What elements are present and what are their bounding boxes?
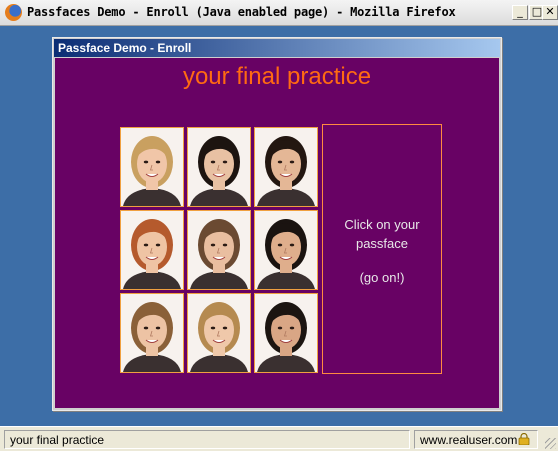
face-photo: [121, 211, 183, 289]
face-tile-9[interactable]: [254, 293, 318, 373]
face-photo: [188, 211, 250, 289]
close-button[interactable]: ✕: [542, 5, 558, 20]
face-tile-3[interactable]: [254, 127, 318, 207]
instruction-panel: Click on your passface (go on!): [322, 124, 442, 374]
resize-grip[interactable]: [545, 438, 556, 449]
window-title: Passfaces Demo - Enroll (Java enabled pa…: [27, 5, 456, 19]
window-titlebar: Passfaces Demo - Enroll (Java enabled pa…: [0, 0, 558, 26]
applet-stage: your final practice Click on your passfa…: [55, 58, 499, 408]
face-tile-4[interactable]: [120, 210, 184, 290]
page-content: Passface Demo - Enroll your final practi…: [0, 26, 558, 426]
instruction-text: Click on your passface: [344, 217, 420, 251]
applet-window: Passface Demo - Enroll your final practi…: [52, 37, 502, 411]
applet-titlebar: Passface Demo - Enroll: [54, 39, 500, 57]
status-text: your final practice: [4, 430, 410, 449]
face-tile-5[interactable]: [187, 210, 251, 290]
site-label: www.realuser.com: [420, 433, 518, 447]
applet-title: Passface Demo - Enroll: [58, 41, 192, 55]
face-grid: [120, 127, 318, 373]
face-tile-7[interactable]: [120, 293, 184, 373]
face-photo: [255, 294, 317, 372]
face-photo: [255, 128, 317, 206]
face-photo: [255, 211, 317, 289]
face-photo: [121, 294, 183, 372]
lock-icon: [518, 433, 530, 445]
status-site: www.realuser.com: [414, 430, 538, 449]
instruction-encouragement: (go on!): [359, 270, 405, 285]
page-heading: your final practice: [182, 63, 372, 90]
face-photo: [188, 294, 250, 372]
face-tile-6[interactable]: [254, 210, 318, 290]
face-tile-2[interactable]: [187, 127, 251, 207]
face-photo: [121, 128, 183, 206]
face-photo: [188, 128, 250, 206]
face-tile-1[interactable]: [120, 127, 184, 207]
face-tile-8[interactable]: [187, 293, 251, 373]
status-bar: your final practice www.realuser.com: [0, 426, 558, 451]
minimize-button[interactable]: _: [512, 5, 528, 20]
firefox-logo-icon: [5, 4, 22, 21]
